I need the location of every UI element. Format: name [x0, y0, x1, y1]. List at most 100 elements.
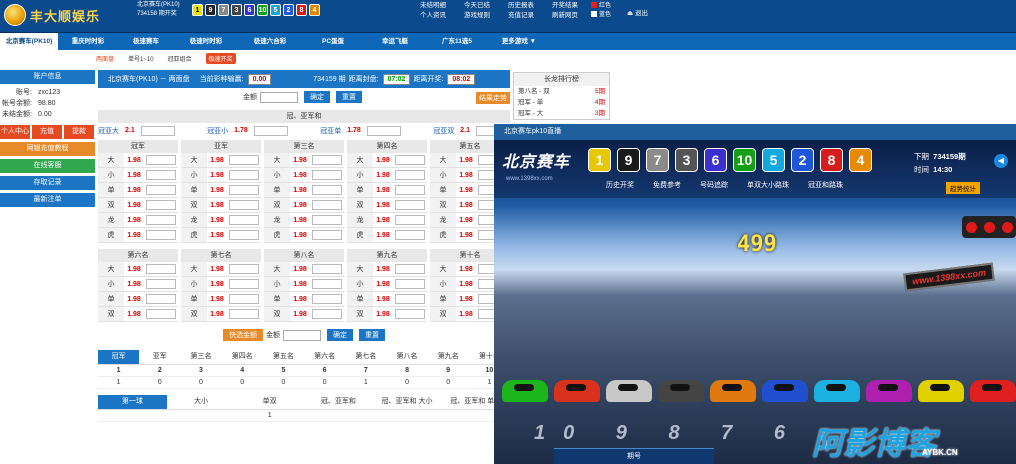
- records-button[interactable]: 存取记录: [0, 176, 95, 190]
- reset-button[interactable]: 重置: [336, 91, 362, 103]
- result-tab[interactable]: 第六名: [304, 350, 346, 365]
- result-trend-button[interactable]: 结果走势: [476, 92, 510, 104]
- bet-input[interactable]: [229, 230, 259, 240]
- bet-input[interactable]: [146, 230, 176, 240]
- bet-input[interactable]: [312, 309, 342, 319]
- top-menu-item[interactable]: 今天已结: [464, 1, 506, 11]
- bet-input[interactable]: [395, 279, 425, 289]
- nav-tab[interactable]: 重庆时时彩: [58, 33, 118, 50]
- stats-tab[interactable]: 第一球: [98, 395, 167, 410]
- nav-tab[interactable]: 更多游戏 ▼: [488, 33, 550, 50]
- confirm-button[interactable]: 确定: [304, 91, 330, 103]
- result-tab[interactable]: 第九名: [427, 350, 469, 365]
- bottom-confirm-button[interactable]: 确定: [327, 329, 353, 341]
- quick-amount-button[interactable]: 快选金额: [223, 329, 263, 341]
- live-menu-item[interactable]: 免费参考: [653, 180, 681, 190]
- bet-input[interactable]: [229, 170, 259, 180]
- bet-input[interactable]: [395, 294, 425, 304]
- color-red-option[interactable]: 红色: [591, 2, 611, 11]
- result-tab[interactable]: 冠军: [98, 350, 140, 365]
- bet-input[interactable]: [395, 200, 425, 210]
- result-tab[interactable]: 第八名: [386, 350, 428, 365]
- bet-input[interactable]: [229, 264, 259, 274]
- subnav-combo[interactable]: 冠亚组合: [168, 54, 192, 63]
- bet-input[interactable]: [146, 215, 176, 225]
- live-menu-item[interactable]: 号码追踪: [700, 180, 728, 190]
- subnav-fast-draw[interactable]: 极速开奖: [205, 52, 236, 64]
- bet-input[interactable]: [395, 230, 425, 240]
- bet-input[interactable]: [312, 185, 342, 195]
- pair-input[interactable]: [253, 125, 288, 136]
- nav-tab[interactable]: 极速六合彩: [238, 33, 302, 50]
- bet-input[interactable]: [146, 155, 176, 165]
- live-menu-item[interactable]: 历史开奖: [606, 180, 634, 190]
- online-service-button[interactable]: 在线客服: [0, 159, 95, 173]
- bet-input[interactable]: [395, 170, 425, 180]
- stats-tab[interactable]: 大小: [166, 395, 236, 410]
- amount-input[interactable]: [260, 91, 298, 103]
- bet-input[interactable]: [229, 279, 259, 289]
- pair-input[interactable]: [366, 125, 401, 136]
- bottom-reset-button[interactable]: 重置: [359, 329, 385, 341]
- latest-bets-button[interactable]: 最新注单: [0, 193, 95, 207]
- result-tab[interactable]: 第七名: [345, 350, 387, 365]
- color-blue-option[interactable]: 蓝色: [591, 11, 611, 20]
- top-menu-item[interactable]: 开奖结果: [552, 1, 594, 11]
- bet-input[interactable]: [395, 155, 425, 165]
- subnav-single[interactable]: 单号1~10: [128, 54, 154, 63]
- bet-input[interactable]: [146, 264, 176, 274]
- stats-tab[interactable]: 单双: [235, 395, 305, 410]
- result-tab[interactable]: 第四名: [221, 350, 263, 365]
- personal-center-button[interactable]: 个人中心: [0, 125, 30, 139]
- top-menu-item[interactable]: 未结明细: [420, 1, 462, 11]
- result-tab[interactable]: 亚军: [139, 350, 181, 365]
- bet-input[interactable]: [312, 170, 342, 180]
- nav-tab[interactable]: 极速赛车: [118, 33, 174, 50]
- bet-input[interactable]: [395, 309, 425, 319]
- withdraw-button[interactable]: 提款: [64, 125, 94, 139]
- bet-input[interactable]: [146, 279, 176, 289]
- bet-input[interactable]: [312, 230, 342, 240]
- bet-input[interactable]: [146, 294, 176, 304]
- bet-input[interactable]: [395, 185, 425, 195]
- sound-icon[interactable]: ◀: [994, 154, 1008, 168]
- top-menu-item[interactable]: 充值记录: [508, 11, 550, 21]
- bet-input[interactable]: [146, 185, 176, 195]
- nav-tab[interactable]: 幸运飞艇: [364, 33, 426, 50]
- bet-input[interactable]: [146, 170, 176, 180]
- result-tab[interactable]: 第五名: [262, 350, 305, 365]
- bet-input[interactable]: [312, 215, 342, 225]
- bet-input[interactable]: [229, 155, 259, 165]
- bet-input[interactable]: [229, 200, 259, 210]
- top-menu-item[interactable]: 个人资讯: [420, 11, 462, 21]
- live-menu-item[interactable]: 单双大小路珠: [747, 180, 789, 190]
- stats-tab[interactable]: 冠、亚军和 大小: [372, 395, 442, 410]
- trend-stats-button[interactable]: 趋势统计: [946, 182, 980, 194]
- logout-button[interactable]: ⏏ 退出: [627, 7, 648, 17]
- bet-input[interactable]: [395, 215, 425, 225]
- top-menu-item[interactable]: 历史报表: [508, 1, 550, 11]
- subnav-two-sides[interactable]: 两面盘: [96, 54, 114, 63]
- live-menu-item[interactable]: 冠亚和路珠: [808, 180, 843, 190]
- nav-tab[interactable]: 广东11选5: [426, 33, 488, 50]
- nav-tab[interactable]: PC蛋蛋: [302, 33, 364, 50]
- bet-input[interactable]: [312, 264, 342, 274]
- bet-input[interactable]: [395, 264, 425, 274]
- bet-input[interactable]: [312, 155, 342, 165]
- brand-logo[interactable]: 丰大顺娱乐: [4, 4, 100, 26]
- result-tab[interactable]: 第三名: [180, 350, 222, 365]
- deposit-button[interactable]: 充值: [32, 125, 62, 139]
- stats-tab[interactable]: 冠、亚军和: [304, 395, 373, 410]
- bottom-amount-input[interactable]: [283, 329, 321, 341]
- online-banking-tutorial-button[interactable]: 网银充值教程: [0, 142, 95, 156]
- nav-tab[interactable]: 极速时时彩: [174, 33, 238, 50]
- bet-input[interactable]: [146, 200, 176, 210]
- bet-input[interactable]: [229, 185, 259, 195]
- bet-input[interactable]: [229, 309, 259, 319]
- bet-input[interactable]: [312, 294, 342, 304]
- bet-input[interactable]: [229, 294, 259, 304]
- bet-input[interactable]: [146, 309, 176, 319]
- nav-tab[interactable]: 北京赛车(PK10): [0, 33, 58, 50]
- bet-input[interactable]: [229, 215, 259, 225]
- bet-input[interactable]: [312, 200, 342, 210]
